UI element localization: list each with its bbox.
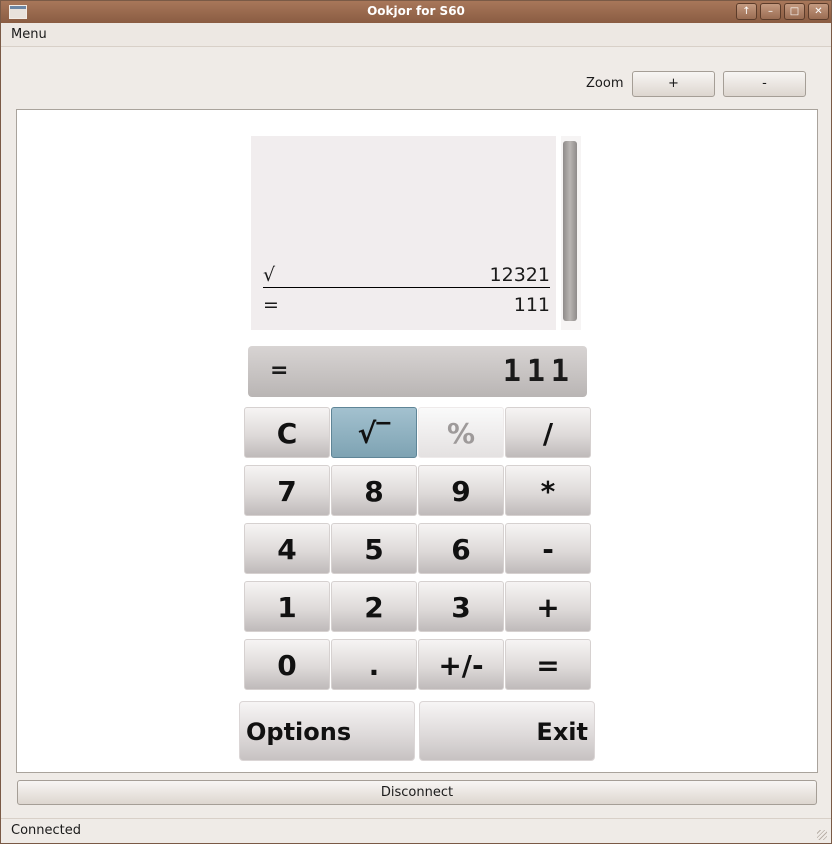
window-title: Ookjor for S60 (367, 4, 465, 18)
status-text: Connected (11, 823, 82, 838)
key-0[interactable]: 0 (244, 639, 330, 690)
key-3[interactable]: 3 (418, 581, 504, 632)
history-operator: √ (263, 264, 276, 286)
key-9[interactable]: 9 (418, 465, 504, 516)
zoom-in-button[interactable]: + (632, 71, 715, 97)
key-add[interactable]: + (505, 581, 591, 632)
calc-display: = 111 (248, 346, 587, 397)
key-clear[interactable]: C (244, 407, 330, 458)
calc-history: √ 12321 = 111 (251, 136, 556, 330)
history-value: 111 (513, 294, 550, 316)
history-value: 12321 (489, 264, 550, 286)
key-7[interactable]: 7 (244, 465, 330, 516)
status-bar: Connected (1, 818, 831, 843)
key-equals[interactable]: = (505, 639, 591, 690)
key-8[interactable]: 8 (331, 465, 417, 516)
history-scroll-thumb[interactable] (563, 141, 577, 321)
key-multiply[interactable]: * (505, 465, 591, 516)
minimize-icon[interactable]: – (760, 3, 781, 20)
key-6[interactable]: 6 (418, 523, 504, 574)
key-percent[interactable]: % (418, 407, 504, 458)
device-screen[interactable]: √ 12321 = 111 = 111 C √‾ % / 7 8 9 * 4 5… (16, 109, 818, 773)
key-subtract[interactable]: - (505, 523, 591, 574)
key-divide[interactable]: / (505, 407, 591, 458)
history-row: = 111 (263, 294, 550, 318)
maximize-icon[interactable]: □ (784, 3, 805, 20)
key-sqrt[interactable]: √‾ (331, 407, 417, 458)
key-2[interactable]: 2 (331, 581, 417, 632)
key-decimal[interactable]: . (331, 639, 417, 690)
display-value: 111 (502, 354, 575, 389)
menu-bar: Menu (1, 23, 831, 47)
menu-item-menu[interactable]: Menu (11, 27, 47, 42)
options-softkey[interactable]: Options (239, 701, 415, 761)
title-bar[interactable]: Ookjor for S60 ↑ – □ ✕ (1, 1, 831, 23)
key-5[interactable]: 5 (331, 523, 417, 574)
zoom-out-button[interactable]: - (723, 71, 806, 97)
disconnect-button[interactable]: Disconnect (17, 780, 817, 805)
key-4[interactable]: 4 (244, 523, 330, 574)
key-1[interactable]: 1 (244, 581, 330, 632)
up-arrow-icon[interactable]: ↑ (736, 3, 757, 20)
app-window: Ookjor for S60 ↑ – □ ✕ Menu Zoom + - √ 1… (0, 0, 832, 844)
zoom-label: Zoom (586, 76, 624, 91)
exit-softkey[interactable]: Exit (419, 701, 595, 761)
display-operator: = (270, 358, 289, 383)
close-icon[interactable]: ✕ (808, 3, 829, 20)
history-operator: = (263, 294, 279, 316)
key-negate[interactable]: +/- (418, 639, 504, 690)
resize-grip-icon[interactable] (817, 830, 827, 840)
history-row: √ 12321 (263, 264, 550, 288)
